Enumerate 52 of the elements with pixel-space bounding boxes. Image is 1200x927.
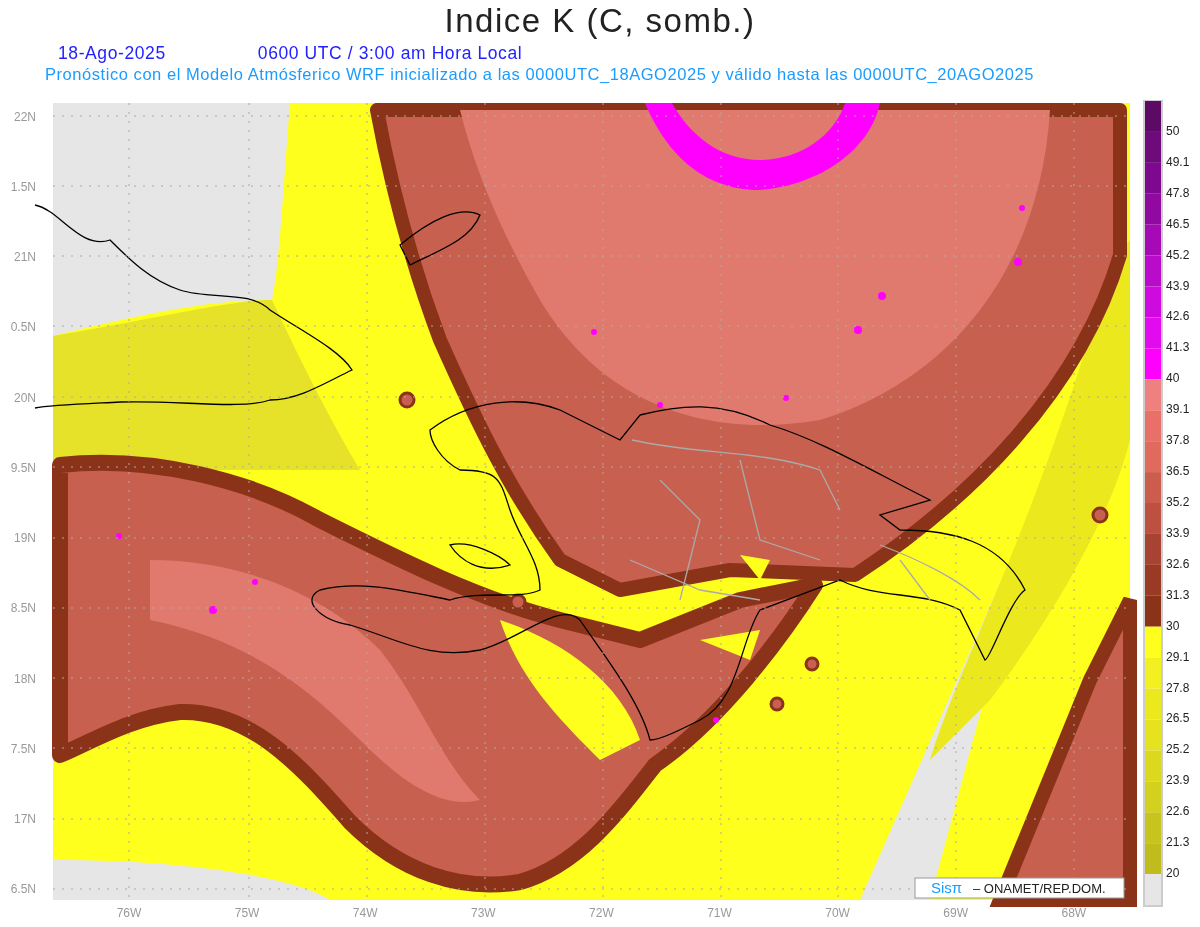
longitude-label: 69W xyxy=(943,906,969,920)
latitude-label: 18N xyxy=(14,671,36,686)
credit-text: – ONAMET/REP.DOM. xyxy=(973,881,1106,896)
latitude-label: 6.5N xyxy=(10,882,36,897)
colorbar-label: 42.6 xyxy=(1166,309,1190,324)
logo-text: Sisπ xyxy=(931,879,963,896)
colorbar-label: 40 xyxy=(1166,371,1180,386)
colorbar-label: 46.5 xyxy=(1166,216,1190,231)
colorbar-label: 31.3 xyxy=(1166,587,1190,602)
colorbar-label: 50 xyxy=(1166,123,1180,138)
colorbar-label: 23.9 xyxy=(1166,773,1190,788)
latitude-label: 8.5N xyxy=(10,601,36,616)
latitude-label: 1.5N xyxy=(10,179,36,194)
colorbar-label: 20 xyxy=(1166,866,1180,881)
colorbar-label: 41.3 xyxy=(1166,340,1190,355)
colorbar-label: 39.1 xyxy=(1166,402,1190,417)
forecast-description: Pronóstico con el Modelo Atmósferico WRF inicializado a las 0000UTC_18AGO2025 y válido hasta las 0000UTC_20AGO2025 xyxy=(45,64,1034,83)
longitude-label: 75W xyxy=(234,906,260,920)
longitude-label: 70W xyxy=(825,906,850,920)
forecast-time: 0600 UTC / 3:00 am Hora Local xyxy=(257,45,523,63)
latitude-label: 9.5N xyxy=(10,460,36,475)
colorbar-label: 21.3 xyxy=(1166,835,1190,850)
latitude-label: 17N xyxy=(14,812,36,827)
colorbar-label: 32.6 xyxy=(1166,556,1190,571)
map-title: Indice K (C, somb.) xyxy=(444,1,756,37)
latitude-label: 22N xyxy=(14,109,36,124)
longitude-label: 76W xyxy=(116,906,142,920)
colorbar-label: 26.5 xyxy=(1166,711,1190,726)
colorbar-label: 49.1 xyxy=(1166,154,1190,169)
latitude-label: 20N xyxy=(14,390,36,405)
colorbar-label: 25.2 xyxy=(1166,742,1190,757)
colorbar-label: 45.2 xyxy=(1166,247,1190,262)
colorbar-label: 22.6 xyxy=(1166,804,1190,819)
longitude-label: 73W xyxy=(470,906,496,920)
longitude-label: 72W xyxy=(589,906,614,920)
forecast-date: 18-Ago-2025 xyxy=(58,45,166,63)
longitude-label: 74W xyxy=(352,906,378,920)
colorbar-label: 35.2 xyxy=(1166,495,1190,509)
colorbar-label: 36.5 xyxy=(1166,464,1190,479)
longitude-label: 68W xyxy=(1061,906,1087,920)
colorbar-label: 27.8 xyxy=(1166,680,1190,695)
latitude-label: 0.5N xyxy=(10,320,36,335)
latitude-label: 21N xyxy=(14,250,36,265)
latitude-label: 7.5N xyxy=(10,741,36,756)
colorbar-label: 30 xyxy=(1166,618,1180,633)
colorbar-label: 29.1 xyxy=(1166,649,1190,664)
longitude-label: 71W xyxy=(707,906,732,920)
colorbar-label: 33.9 xyxy=(1166,525,1190,540)
latitude-label: 19N xyxy=(14,531,36,546)
colorbar-label: 47.8 xyxy=(1166,185,1190,200)
colorbar-label: 43.9 xyxy=(1166,278,1190,293)
colorbar-label: 37.8 xyxy=(1166,433,1190,448)
